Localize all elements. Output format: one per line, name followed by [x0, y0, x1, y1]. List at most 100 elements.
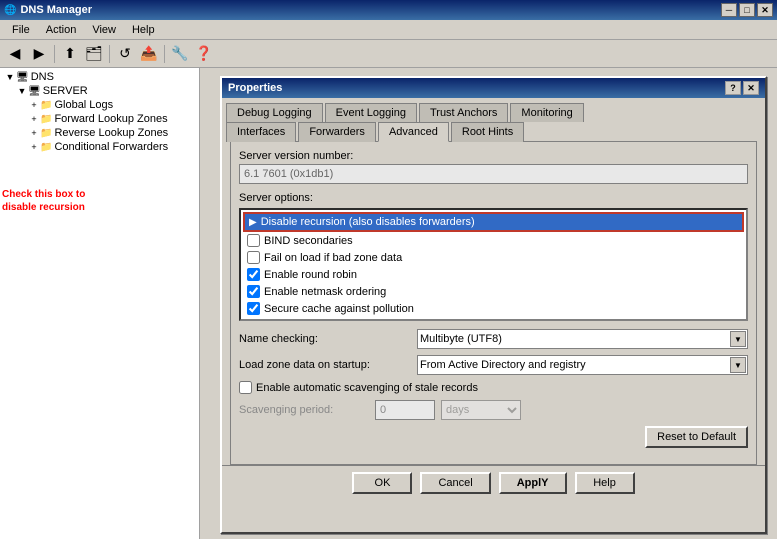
- name-checking-label: Name checking:: [239, 333, 409, 345]
- back-button[interactable]: ◀: [4, 43, 26, 65]
- option-netmask-ordering[interactable]: Enable netmask ordering: [243, 283, 744, 300]
- tab-event-logging[interactable]: Event Logging: [325, 103, 417, 122]
- tab-forwarders[interactable]: Forwarders: [298, 122, 376, 142]
- dialog-title-label: Properties: [228, 82, 282, 94]
- expand-reverse: +: [28, 128, 40, 138]
- scavenging-period-label: Scavenging period:: [239, 404, 369, 416]
- maximize-button[interactable]: □: [739, 3, 755, 17]
- server-version-input: [239, 164, 748, 184]
- tree-item-global-logs[interactable]: + 📁 Global Logs: [26, 98, 197, 112]
- expand-dns: ▼: [4, 72, 16, 82]
- load-zone-select[interactable]: From Active Directory and registry From …: [417, 355, 748, 375]
- global-logs-icon: 📁: [40, 100, 52, 111]
- content-area: Properties ? ✕ Debug Logging Event Loggi…: [200, 68, 777, 539]
- tree-item-server[interactable]: ▼ 🖥 SERVER: [14, 84, 197, 98]
- refresh-button[interactable]: ↺: [114, 43, 136, 65]
- menu-bar: File Action View Help: [0, 20, 777, 40]
- option-fail-on-load-checkbox[interactable]: [247, 251, 260, 264]
- tree-item-forward[interactable]: + 📁 Forward Lookup Zones: [26, 112, 197, 126]
- up-button[interactable]: ⬆: [59, 43, 81, 65]
- show-hide-button[interactable]: 🗂: [83, 43, 105, 65]
- app-icon: 🌐: [4, 5, 16, 16]
- tab-trust-anchors[interactable]: Trust Anchors: [419, 103, 508, 122]
- option-fail-on-load[interactable]: Fail on load if bad zone data: [243, 249, 744, 266]
- toolbar-separator-2: [109, 45, 110, 63]
- tree-server-children: + 📁 Global Logs + 📁 Forward Lookup Zones…: [14, 98, 197, 154]
- name-checking-row: Name checking: Multibyte (UTF8) Strict R…: [239, 329, 748, 349]
- option-disable-recursion[interactable]: ▶ Disable recursion (also disables forwa…: [243, 212, 744, 232]
- scavenging-checkbox[interactable]: [239, 381, 252, 394]
- scavenging-period-row: Scavenging period: days: [239, 400, 748, 420]
- title-bar-label: DNS Manager: [20, 4, 92, 16]
- menu-help[interactable]: Help: [124, 22, 163, 38]
- load-zone-select-wrapper: From Active Directory and registry From …: [417, 355, 748, 375]
- name-checking-select[interactable]: Multibyte (UTF8) Strict RFC (ANSI) Non R…: [417, 329, 748, 349]
- tree-item-conditional[interactable]: + 📁 Conditional Forwarders: [26, 140, 197, 154]
- option-netmask-ordering-checkbox[interactable]: [247, 285, 260, 298]
- tab-debug-logging[interactable]: Debug Logging: [226, 103, 323, 122]
- scavenging-checkbox-row: Enable automatic scavenging of stale rec…: [239, 381, 748, 394]
- server-options-group: Server options: ▶ Disable recursion (als…: [239, 192, 748, 321]
- option-round-robin-checkbox[interactable]: [247, 268, 260, 281]
- expand-conditional: +: [28, 142, 40, 152]
- reverse-icon: 📁: [40, 128, 52, 139]
- option-round-robin[interactable]: Enable round robin: [243, 266, 744, 283]
- option-secure-cache[interactable]: Secure cache against pollution: [243, 300, 744, 317]
- dialog-close-button[interactable]: ✕: [743, 81, 759, 95]
- server-options-label: Server options:: [239, 192, 748, 204]
- ok-button[interactable]: OK: [352, 472, 412, 494]
- forward-button[interactable]: ▶: [28, 43, 50, 65]
- cancel-button[interactable]: Cancel: [420, 472, 490, 494]
- option-secure-cache-checkbox[interactable]: [247, 302, 260, 315]
- tab-content-advanced: Server version number: Server options: ▶…: [230, 141, 757, 465]
- option-bind-secondaries-label: BIND secondaries: [264, 235, 353, 247]
- tree-item-reverse[interactable]: + 📁 Reverse Lookup Zones: [26, 126, 197, 140]
- dns-label: DNS: [31, 71, 54, 83]
- global-logs-label: Global Logs: [54, 99, 113, 111]
- menu-file[interactable]: File: [4, 22, 38, 38]
- properties-button[interactable]: 🔧: [169, 43, 191, 65]
- apply-button[interactable]: ApplY: [499, 472, 567, 494]
- server-version-group: Server version number:: [239, 150, 748, 184]
- tree-children: ▼ 🖥 SERVER + 📁 Global Logs + 📁 Forward L…: [2, 84, 197, 154]
- forward-label: Forward Lookup Zones: [54, 113, 167, 125]
- reset-to-default-button[interactable]: Reset to Default: [645, 426, 748, 448]
- tabs-row-2: Interfaces Forwarders Advanced Root Hint…: [226, 121, 761, 141]
- export-button[interactable]: 📤: [138, 43, 160, 65]
- dialog-footer: OK Cancel ApplY Help: [222, 465, 765, 500]
- tree-root: ▼ 🖥 DNS ▼ 🖥 SERVER + 📁 Global Logs: [2, 70, 197, 154]
- tab-interfaces[interactable]: Interfaces: [226, 122, 296, 142]
- load-zone-row: Load zone data on startup: From Active D…: [239, 355, 748, 375]
- tabs-row-1: Debug Logging Event Logging Trust Anchor…: [226, 102, 761, 121]
- option-bind-secondaries[interactable]: BIND secondaries: [243, 232, 744, 249]
- main-area: ▼ 🖥 DNS ▼ 🖥 SERVER + 📁 Global Logs: [0, 68, 777, 539]
- forward-icon: 📁: [40, 114, 52, 125]
- scavenging-period-input: [375, 400, 435, 420]
- help-toolbar-button[interactable]: ❓: [193, 43, 215, 65]
- toolbar: ◀ ▶ ⬆ 🗂 ↺ 📤 🔧 ❓: [0, 40, 777, 68]
- option-secure-cache-label: Secure cache against pollution: [264, 303, 414, 315]
- dialog-help-button[interactable]: ?: [725, 81, 741, 95]
- tab-root-hints[interactable]: Root Hints: [451, 122, 524, 142]
- name-checking-select-wrapper: Multibyte (UTF8) Strict RFC (ANSI) Non R…: [417, 329, 748, 349]
- tabs-container: Debug Logging Event Logging Trust Anchor…: [222, 98, 765, 465]
- server-label: SERVER: [43, 85, 88, 97]
- help-button[interactable]: Help: [575, 472, 635, 494]
- expand-server: ▼: [16, 86, 28, 96]
- tab-advanced[interactable]: Advanced: [378, 122, 449, 142]
- close-button[interactable]: ✕: [757, 3, 773, 17]
- server-icon: 🖥: [28, 86, 41, 97]
- annotation-text: Check this box to disable recursion: [2, 188, 87, 214]
- expand-forward: +: [28, 114, 40, 124]
- option-bind-secondaries-checkbox[interactable]: [247, 234, 260, 247]
- tab-monitoring[interactable]: Monitoring: [510, 103, 583, 122]
- dialog-title-bar: Properties ? ✕: [222, 78, 765, 98]
- toolbar-separator-3: [164, 45, 165, 63]
- menu-action[interactable]: Action: [38, 22, 85, 38]
- conditional-label: Conditional Forwarders: [54, 141, 168, 153]
- tree-item-dns[interactable]: ▼ 🖥 DNS: [2, 70, 197, 84]
- scavenging-unit-select: days: [441, 400, 521, 420]
- toolbar-separator-1: [54, 45, 55, 63]
- minimize-button[interactable]: ─: [721, 3, 737, 17]
- menu-view[interactable]: View: [84, 22, 124, 38]
